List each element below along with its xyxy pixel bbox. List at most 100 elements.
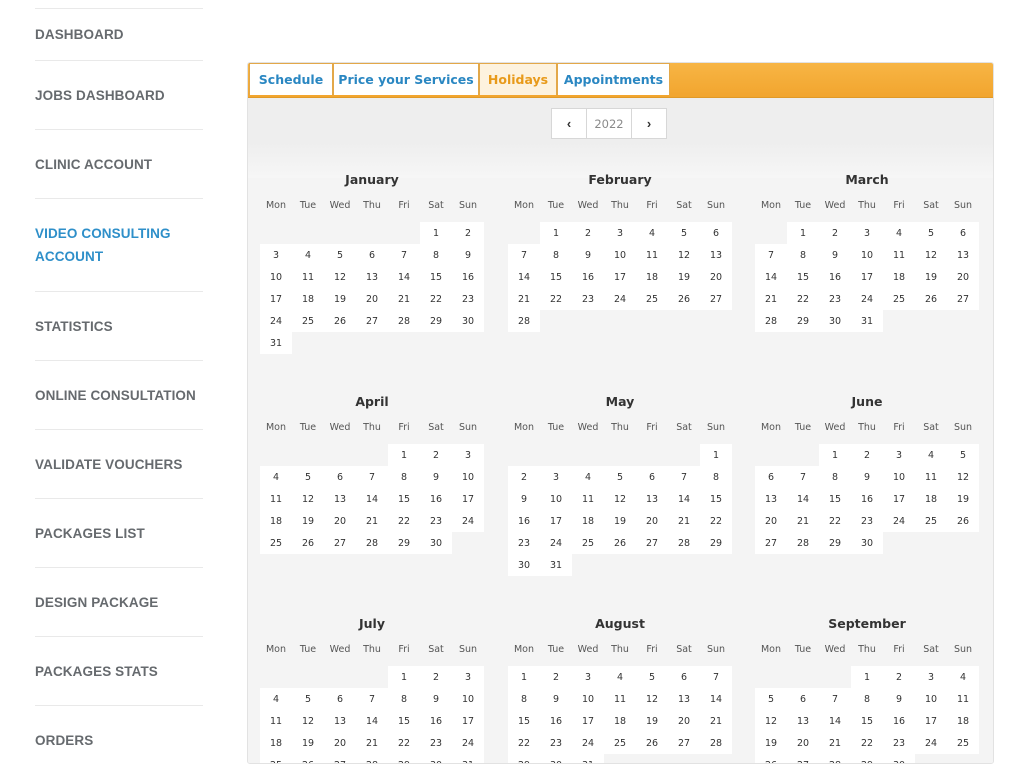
day-cell[interactable]: 5 (604, 466, 636, 488)
day-cell[interactable]: 11 (883, 244, 915, 266)
day-cell[interactable]: 27 (700, 288, 732, 310)
day-cell[interactable]: 1 (787, 222, 819, 244)
day-cell[interactable]: 19 (604, 510, 636, 532)
day-cell[interactable]: 17 (883, 488, 915, 510)
day-cell[interactable]: 6 (668, 666, 700, 688)
day-cell[interactable]: 3 (260, 244, 292, 266)
day-cell[interactable]: 26 (915, 288, 947, 310)
day-cell[interactable]: 7 (356, 688, 388, 710)
day-cell[interactable]: 4 (883, 222, 915, 244)
day-cell[interactable]: 26 (324, 310, 356, 332)
day-cell[interactable]: 18 (915, 488, 947, 510)
day-cell[interactable]: 30 (819, 310, 851, 332)
day-cell[interactable]: 27 (636, 532, 668, 554)
day-cell[interactable]: 25 (292, 310, 324, 332)
day-cell[interactable]: 21 (508, 288, 540, 310)
day-cell[interactable]: 4 (292, 244, 324, 266)
day-cell[interactable]: 8 (540, 244, 572, 266)
day-cell[interactable]: 7 (356, 466, 388, 488)
day-cell[interactable]: 24 (572, 732, 604, 754)
day-cell[interactable]: 14 (356, 488, 388, 510)
day-cell[interactable]: 12 (324, 266, 356, 288)
day-cell[interactable]: 8 (851, 688, 883, 710)
sidebar-item[interactable]: DASHBOARD (35, 8, 203, 60)
day-cell[interactable]: 27 (356, 310, 388, 332)
day-cell[interactable]: 20 (356, 288, 388, 310)
next-year-button[interactable]: › (631, 108, 667, 139)
day-cell[interactable]: 11 (636, 244, 668, 266)
day-cell[interactable]: 17 (452, 488, 484, 510)
day-cell[interactable]: 27 (755, 532, 787, 554)
day-cell[interactable]: 3 (604, 222, 636, 244)
day-cell[interactable]: 4 (915, 444, 947, 466)
day-cell[interactable]: 18 (883, 266, 915, 288)
day-cell[interactable]: 2 (420, 666, 452, 688)
day-cell[interactable]: 8 (388, 466, 420, 488)
day-cell[interactable]: 7 (508, 244, 540, 266)
day-cell[interactable]: 2 (452, 222, 484, 244)
day-cell[interactable]: 31 (260, 332, 292, 354)
day-cell[interactable]: 15 (851, 710, 883, 732)
day-cell[interactable]: 14 (356, 710, 388, 732)
day-cell[interactable]: 28 (668, 532, 700, 554)
day-cell[interactable]: 18 (604, 710, 636, 732)
tab[interactable]: Holidays (479, 63, 557, 95)
day-cell[interactable]: 24 (540, 532, 572, 554)
day-cell[interactable]: 30 (420, 754, 452, 764)
day-cell[interactable]: 30 (508, 554, 540, 576)
day-cell[interactable]: 11 (604, 688, 636, 710)
day-cell[interactable]: 16 (851, 488, 883, 510)
day-cell[interactable]: 28 (700, 732, 732, 754)
day-cell[interactable]: 19 (292, 510, 324, 532)
day-cell[interactable]: 10 (604, 244, 636, 266)
day-cell[interactable]: 9 (420, 466, 452, 488)
day-cell[interactable]: 7 (388, 244, 420, 266)
day-cell[interactable]: 15 (420, 266, 452, 288)
day-cell[interactable]: 23 (508, 532, 540, 554)
day-cell[interactable]: 25 (915, 510, 947, 532)
day-cell[interactable]: 7 (819, 688, 851, 710)
day-cell[interactable]: 14 (819, 710, 851, 732)
day-cell[interactable]: 6 (324, 688, 356, 710)
day-cell[interactable]: 20 (755, 510, 787, 532)
day-cell[interactable]: 25 (604, 732, 636, 754)
day-cell[interactable]: 7 (787, 466, 819, 488)
day-cell[interactable]: 5 (668, 222, 700, 244)
day-cell[interactable]: 24 (452, 732, 484, 754)
day-cell[interactable]: 15 (388, 488, 420, 510)
day-cell[interactable]: 7 (700, 666, 732, 688)
day-cell[interactable]: 2 (420, 444, 452, 466)
day-cell[interactable]: 22 (851, 732, 883, 754)
day-cell[interactable]: 4 (604, 666, 636, 688)
day-cell[interactable]: 8 (508, 688, 540, 710)
day-cell[interactable]: 19 (324, 288, 356, 310)
day-cell[interactable]: 26 (604, 532, 636, 554)
day-cell[interactable]: 20 (668, 710, 700, 732)
day-cell[interactable]: 24 (604, 288, 636, 310)
day-cell[interactable]: 9 (540, 688, 572, 710)
day-cell[interactable]: 16 (420, 710, 452, 732)
day-cell[interactable]: 17 (260, 288, 292, 310)
day-cell[interactable]: 25 (947, 732, 979, 754)
day-cell[interactable]: 19 (947, 488, 979, 510)
day-cell[interactable]: 22 (388, 732, 420, 754)
day-cell[interactable]: 22 (508, 732, 540, 754)
day-cell[interactable]: 26 (668, 288, 700, 310)
day-cell[interactable]: 30 (883, 754, 915, 764)
day-cell[interactable]: 4 (572, 466, 604, 488)
day-cell[interactable]: 27 (787, 754, 819, 764)
day-cell[interactable]: 17 (851, 266, 883, 288)
day-cell[interactable]: 18 (292, 288, 324, 310)
day-cell[interactable]: 29 (508, 754, 540, 764)
day-cell[interactable]: 10 (883, 466, 915, 488)
day-cell[interactable]: 3 (883, 444, 915, 466)
day-cell[interactable]: 15 (540, 266, 572, 288)
sidebar-item[interactable]: PACKAGES STATS (35, 636, 203, 705)
day-cell[interactable]: 14 (755, 266, 787, 288)
day-cell[interactable]: 19 (755, 732, 787, 754)
day-cell[interactable]: 22 (388, 510, 420, 532)
day-cell[interactable]: 1 (508, 666, 540, 688)
day-cell[interactable]: 13 (636, 488, 668, 510)
day-cell[interactable]: 8 (700, 466, 732, 488)
day-cell[interactable]: 27 (947, 288, 979, 310)
